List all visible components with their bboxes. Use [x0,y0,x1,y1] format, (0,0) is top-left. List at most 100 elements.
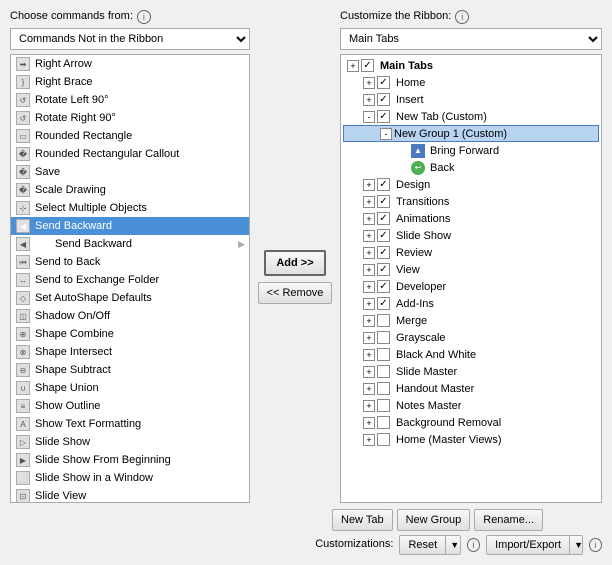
tree-item[interactable]: +Transitions [343,193,599,210]
list-item[interactable]: ⊕Shape Combine [11,325,249,343]
tree-item[interactable]: +Background Removal [343,414,599,431]
tree-item[interactable]: +Notes Master [343,397,599,414]
tree-checkbox[interactable] [377,433,390,446]
tree-toggle-icon[interactable]: - [363,111,375,123]
ribbon-tree[interactable]: +Main Tabs+Home+Insert-New Tab (Custom)-… [340,54,602,503]
tree-toggle-icon[interactable]: + [363,196,375,208]
tree-item[interactable]: +View [343,261,599,278]
tree-item[interactable]: +Main Tabs [343,57,599,74]
tree-item[interactable]: +Grayscale [343,329,599,346]
import-export-button[interactable]: Import/Export [487,536,569,554]
tree-checkbox[interactable] [377,399,390,412]
list-item[interactable]: ◇Set AutoShape Defaults [11,289,249,307]
tree-item[interactable]: +Review [343,244,599,261]
tree-toggle-icon[interactable]: + [363,383,375,395]
list-item[interactable]: ⏮Send to Back [11,253,249,271]
list-item[interactable]: �Save [11,163,249,181]
tree-item[interactable]: +Developer [343,278,599,295]
tree-checkbox[interactable] [377,297,390,310]
list-item[interactable]: ↔Send to Exchange Folder [11,271,249,289]
tree-toggle-icon[interactable]: + [363,349,375,361]
tree-toggle-icon[interactable]: + [347,60,359,72]
tree-toggle-icon[interactable]: + [363,417,375,429]
commands-dropdown[interactable]: Commands Not in the Ribbon [10,28,250,50]
left-info-icon[interactable]: i [137,10,151,24]
new-group-button[interactable]: New Group [397,509,471,531]
tree-checkbox[interactable] [377,416,390,429]
tree-checkbox[interactable] [377,76,390,89]
tree-checkbox[interactable] [361,59,374,72]
tree-checkbox[interactable] [377,280,390,293]
tree-item[interactable]: ↩Back [343,159,599,176]
tree-toggle-icon[interactable]: + [363,400,375,412]
tree-checkbox[interactable] [377,110,390,123]
tree-item[interactable]: +Design [343,176,599,193]
tree-item[interactable]: +Home (Master Views) [343,431,599,448]
tree-toggle-icon[interactable]: - [380,128,392,140]
list-item[interactable]: AShow Text Formatting [11,415,249,433]
tree-toggle-icon[interactable]: + [363,230,375,242]
list-item[interactable]: ∪Shape Union [11,379,249,397]
list-item[interactable]: ▶Slide Show From Beginning [11,451,249,469]
tree-toggle-icon[interactable]: + [363,298,375,310]
tree-item[interactable]: +Insert [343,91,599,108]
tree-toggle-icon[interactable]: + [363,434,375,446]
tree-toggle-icon[interactable]: + [363,94,375,106]
tree-toggle-icon[interactable]: + [363,281,375,293]
tree-checkbox[interactable] [377,229,390,242]
list-item[interactable]: ▷Slide Show [11,433,249,451]
tree-item[interactable]: -New Group 1 (Custom) [343,125,599,142]
list-item[interactable]: ⊖Shape Subtract [11,361,249,379]
list-item[interactable]: ◀Send Backward▶ [11,235,249,253]
list-item[interactable]: ➡Right Arrow [11,55,249,73]
ribbon-dropdown[interactable]: Main Tabs [340,28,602,50]
list-item[interactable]: ≡Show Outline [11,397,249,415]
tree-item[interactable]: +Handout Master [343,380,599,397]
list-item[interactable]: �Rounded Rectangular Callout [11,145,249,163]
list-item[interactable]: ↺Rotate Right 90° [11,109,249,127]
list-item[interactable]: �Scale Drawing [11,181,249,199]
tree-item[interactable]: +Add-Ins [343,295,599,312]
tree-toggle-icon[interactable]: + [363,77,375,89]
import-export-split-button[interactable]: Import/Export ▼ [486,535,583,555]
list-item[interactable]: }Right Brace [11,73,249,91]
tree-checkbox[interactable] [377,365,390,378]
add-button[interactable]: Add >> [264,250,325,276]
tree-checkbox[interactable] [377,314,390,327]
tree-toggle-icon[interactable]: + [363,213,375,225]
commands-list[interactable]: ➡Right Arrow}Right Brace↺Rotate Left 90°… [10,54,250,503]
tree-item[interactable]: +Black And White [343,346,599,363]
reset-split-button[interactable]: Reset ▼ [399,535,460,555]
tree-toggle-icon[interactable]: + [363,264,375,276]
tree-checkbox[interactable] [377,178,390,191]
list-item[interactable]: ◀Send Backward [11,217,249,235]
list-item[interactable]: ↺Rotate Left 90° [11,91,249,109]
rename-button[interactable]: Rename... [474,509,543,531]
remove-button[interactable]: << Remove [258,282,333,304]
tree-item[interactable]: -New Tab (Custom) [343,108,599,125]
tree-item[interactable]: +Slide Master [343,363,599,380]
tree-checkbox[interactable] [377,195,390,208]
tree-checkbox[interactable] [377,246,390,259]
right-info-icon[interactable]: i [455,10,469,24]
tree-toggle-icon[interactable]: + [363,179,375,191]
tree-checkbox[interactable] [377,263,390,276]
reset-button[interactable]: Reset [400,536,445,554]
reset-info-icon[interactable]: i [467,538,480,552]
tree-toggle-icon[interactable]: + [363,366,375,378]
import-export-info-icon[interactable]: i [589,538,602,552]
list-item[interactable]: ◫Shadow On/Off [11,307,249,325]
tree-item[interactable]: +Home [343,74,599,91]
list-item[interactable]: ⊡Slide View [11,487,249,503]
list-item[interactable]: ⊹Select Multiple Objects [11,199,249,217]
tree-item[interactable]: +Merge [343,312,599,329]
tree-toggle-icon[interactable]: + [363,247,375,259]
tree-item[interactable]: +Animations [343,210,599,227]
tree-checkbox[interactable] [377,348,390,361]
tree-toggle-icon[interactable]: + [363,332,375,344]
tree-checkbox[interactable] [377,93,390,106]
import-export-dropdown-arrow[interactable]: ▼ [569,536,583,554]
tree-checkbox[interactable] [377,212,390,225]
tree-item[interactable]: +Slide Show [343,227,599,244]
tree-checkbox[interactable] [377,382,390,395]
